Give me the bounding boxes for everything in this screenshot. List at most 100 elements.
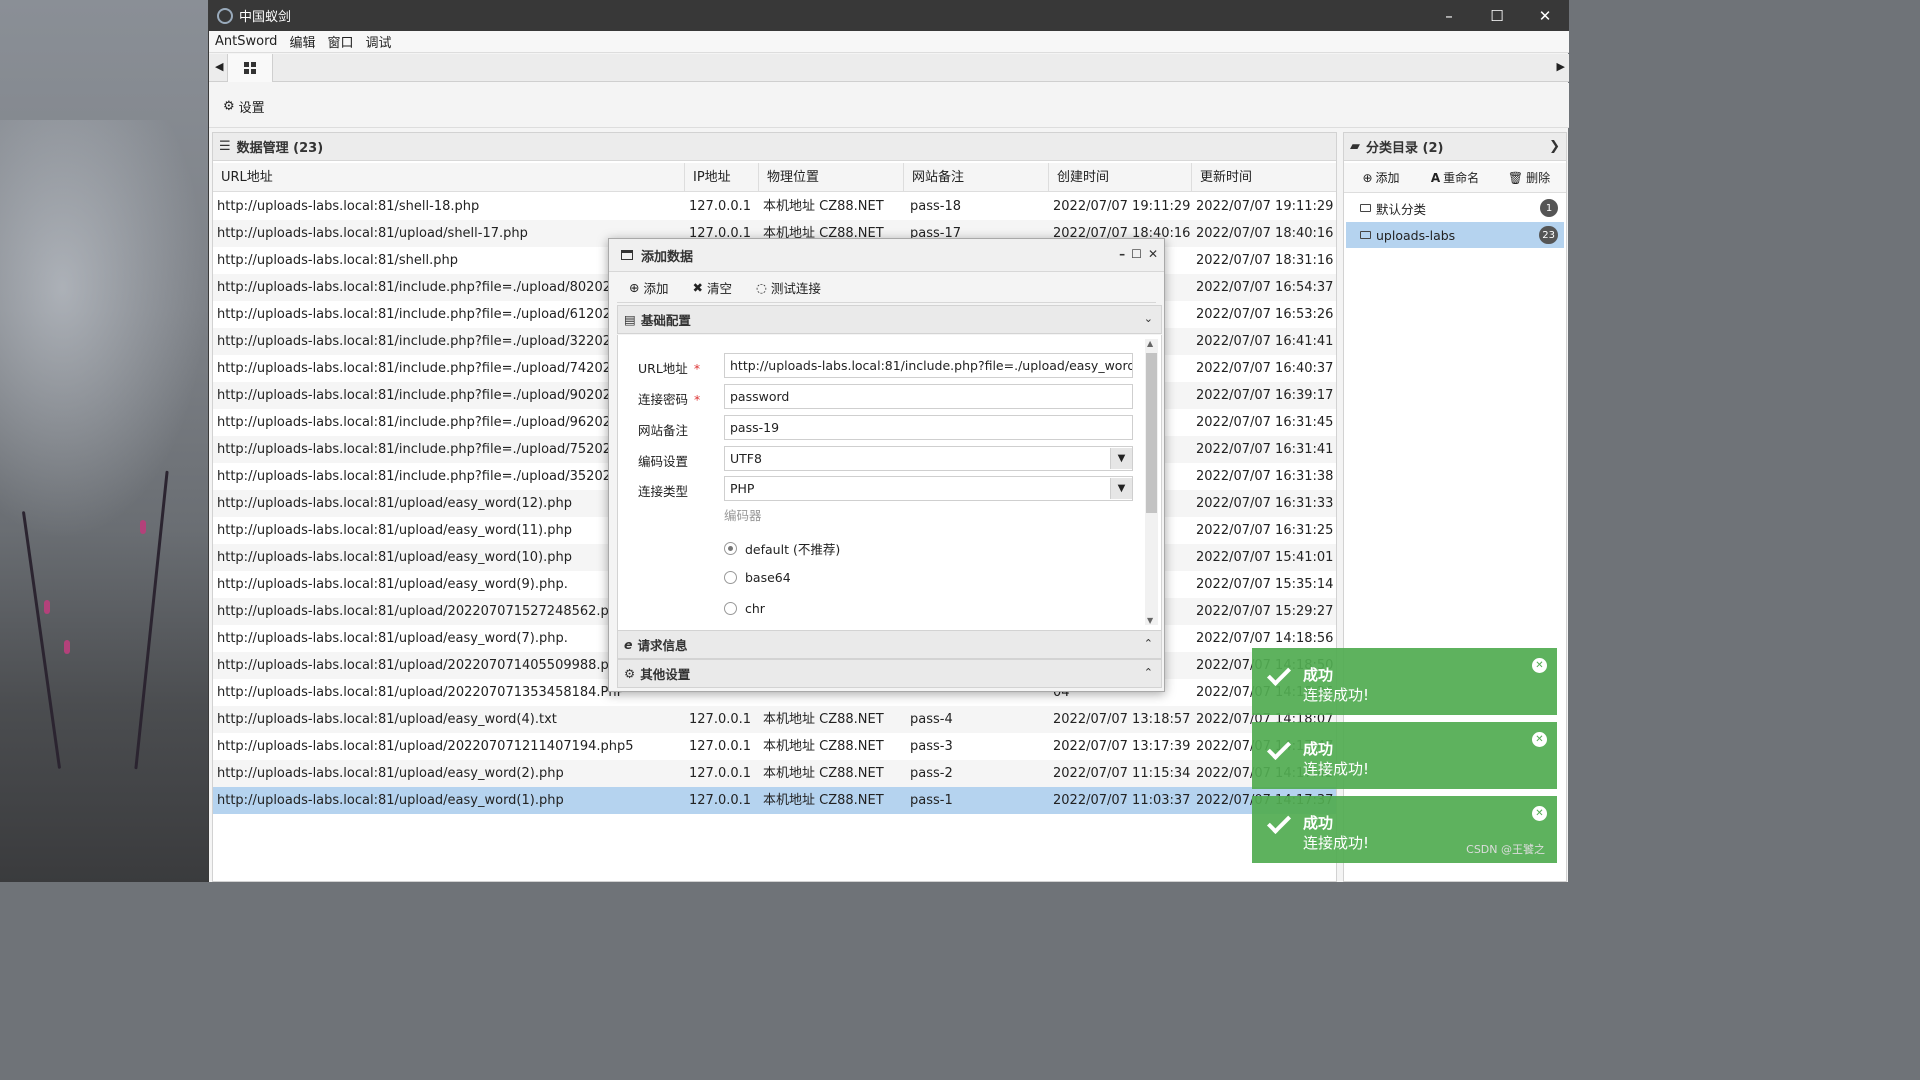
category-delete-button[interactable]: 🗑 删除 (1492, 163, 1566, 192)
window-icon (621, 250, 633, 260)
note-cell: pass-1 (910, 793, 953, 808)
updated-cell: 2022/07/07 16:31:45 (1196, 415, 1334, 430)
request-info-section[interactable]: e 请求信息 ⌃ (617, 630, 1162, 659)
radio-unselected[interactable] (724, 602, 737, 615)
antsword-logo-icon (217, 7, 233, 24)
grid-icon (244, 62, 256, 74)
category-item-uploads-labs[interactable]: uploads-labs 23 (1346, 222, 1564, 248)
table-row[interactable]: http://uploads-labs.local:81/upload/easy… (213, 787, 1336, 814)
dialog-close-icon[interactable]: ✕ (1148, 247, 1158, 261)
x-icon: ✖ (692, 279, 703, 295)
chevron-down-icon: ▼ (1110, 448, 1132, 469)
checkmark-icon (1266, 809, 1292, 835)
menu-debug[interactable]: 调试 (359, 32, 397, 51)
column-header-note[interactable]: 网站备注 (904, 163, 1049, 191)
maximize-button[interactable]: ☐ (1473, 0, 1521, 31)
dialog-clear-button[interactable]: ✖ 清空 (693, 278, 733, 297)
collapse-panel-icon[interactable]: ❯ (1549, 139, 1560, 154)
toast-close-icon[interactable]: ✕ (1532, 658, 1547, 673)
url-cell: http://uploads-labs.local:81/shell-18.ph… (217, 199, 480, 214)
dialog-test-button[interactable]: ◌ 测试连接 (756, 278, 821, 297)
settings-button[interactable]: ⚙ 设置 (223, 97, 265, 116)
toast-title: 成功 (1303, 740, 1334, 758)
connection-type-select[interactable]: PHP ▼ (724, 476, 1133, 501)
radio-unselected[interactable] (724, 571, 737, 584)
column-header-ip[interactable]: IP地址 (685, 163, 759, 191)
toast-title: 成功 (1303, 814, 1334, 832)
url-cell: http://uploads-labs.local:81/upload/easy… (217, 712, 557, 727)
toast-message: 连接成功! (1303, 834, 1370, 852)
column-header-url[interactable]: URL地址 (213, 163, 685, 191)
menu-antsword[interactable]: AntSword (209, 34, 283, 49)
tab-scroll-left-icon[interactable]: ◀ (215, 60, 223, 73)
category-item-default[interactable]: 默认分类 1 (1346, 195, 1564, 221)
note-cell: pass-4 (910, 712, 953, 727)
dialog-maximize-icon[interactable]: ☐ (1131, 247, 1142, 261)
category-add-label: 添加 (1375, 171, 1400, 185)
location-cell: 本机地址 CZ88.NET (763, 199, 884, 214)
settings-label: 设置 (238, 101, 265, 116)
basic-config-section[interactable]: ▤ 基础配置 ⌄ (617, 305, 1162, 334)
wallpaper-haze (0, 120, 208, 540)
ip-cell: 127.0.0.1 (689, 739, 752, 754)
created-cell: 2022/07/07 13:18:57 (1053, 712, 1191, 727)
count-badge: 1 (1540, 199, 1558, 217)
table-row[interactable]: http://uploads-labs.local:81/upload/easy… (213, 706, 1336, 733)
close-button[interactable]: ✕ (1521, 0, 1569, 31)
menu-window[interactable]: 窗口 (321, 32, 359, 51)
category-rename-button[interactable]: A 重命名 (1418, 163, 1492, 192)
scrollbar-thumb[interactable] (1146, 353, 1157, 513)
updated-cell: 2022/07/07 16:40:37 (1196, 361, 1334, 376)
add-data-dialog: 添加数据 – ☐ ✕ ⊕ 添加 ✖ 清空 ◌ 测试连接 ▤ 基础配置 ⌄ URL地址 *… (608, 238, 1165, 692)
dialog-minimize-icon[interactable]: – (1119, 247, 1125, 261)
updated-cell: 2022/07/07 18:31:16 (1196, 253, 1334, 268)
category-add-button[interactable]: ⊕ 添加 (1344, 163, 1418, 192)
encoder-option-default[interactable]: default (不推荐) (724, 539, 840, 558)
url-input[interactable]: http://uploads-labs.local:81/include.php… (724, 353, 1133, 378)
tab-home[interactable] (227, 54, 273, 82)
scroll-up-icon[interactable]: ▲ (1147, 339, 1153, 348)
column-header-location[interactable]: 物理位置 (759, 163, 904, 191)
cogs-icon: ⚙ (624, 666, 636, 681)
column-header-updated[interactable]: 更新时间 (1192, 163, 1336, 191)
scroll-down-icon[interactable]: ▼ (1147, 616, 1153, 625)
password-input[interactable]: password (724, 384, 1133, 409)
category-delete-label: 删除 (1526, 171, 1551, 185)
encoder-option-chr[interactable]: chr (724, 601, 765, 616)
toast-close-icon[interactable]: ✕ (1532, 806, 1547, 821)
form-scrollbar[interactable]: ▲ ▼ (1145, 339, 1158, 625)
menu-edit[interactable]: 编辑 (283, 32, 321, 51)
encoder-option-label: chr (745, 601, 765, 616)
note-cell: pass-2 (910, 766, 953, 781)
other-settings-section[interactable]: ⚙ 其他设置 ⌃ (617, 659, 1162, 688)
table-row[interactable]: http://uploads-labs.local:81/upload/easy… (213, 760, 1336, 787)
dialog-test-label: 测试连接 (770, 280, 821, 296)
updated-cell: 2022/07/07 16:31:38 (1196, 469, 1334, 484)
note-input[interactable]: pass-19 (724, 415, 1133, 440)
dialog-title-bar[interactable]: 添加数据 – ☐ ✕ (609, 239, 1164, 272)
tab-scroll-right-icon[interactable]: ▶ (1557, 60, 1565, 73)
toast-close-icon[interactable]: ✕ (1532, 732, 1547, 747)
url-cell: http://uploads-labs.local:81/upload/easy… (217, 766, 564, 781)
password-field-row: 连接密码 * password (618, 384, 1138, 410)
table-row[interactable]: http://uploads-labs.local:81/upload/2022… (213, 733, 1336, 760)
plus-circle-icon: ⊕ (1362, 170, 1373, 185)
toast-title: 成功 (1303, 666, 1334, 684)
dialog-clear-label: 清空 (706, 280, 732, 296)
location-cell: 本机地址 CZ88.NET (763, 766, 884, 781)
dialog-add-button[interactable]: ⊕ 添加 (629, 278, 669, 297)
gear-icon: ⚙ (223, 99, 235, 114)
basic-config-form: URL地址 * http://uploads-labs.local:81/incl… (617, 335, 1162, 631)
encoder-option-base64[interactable]: base64 (724, 570, 791, 585)
updated-cell: 2022/07/07 15:41:01 (1196, 550, 1334, 565)
radio-selected[interactable] (724, 542, 737, 555)
minimize-button[interactable]: – (1425, 0, 1473, 31)
table-row[interactable]: http://uploads-labs.local:81/shell-18.ph… (213, 193, 1336, 220)
main-toolbar: ⚙ 设置 (209, 83, 1569, 128)
checkmark-icon (1266, 661, 1292, 687)
updated-cell: 2022/07/07 16:54:37 (1196, 280, 1334, 295)
menu-bar: AntSword 编辑 窗口 调试 (209, 31, 1569, 53)
encoding-select[interactable]: UTF8 ▼ (724, 446, 1133, 471)
column-header-created[interactable]: 创建时间 (1049, 163, 1192, 191)
updated-cell: 2022/07/07 15:29:27 (1196, 604, 1334, 619)
